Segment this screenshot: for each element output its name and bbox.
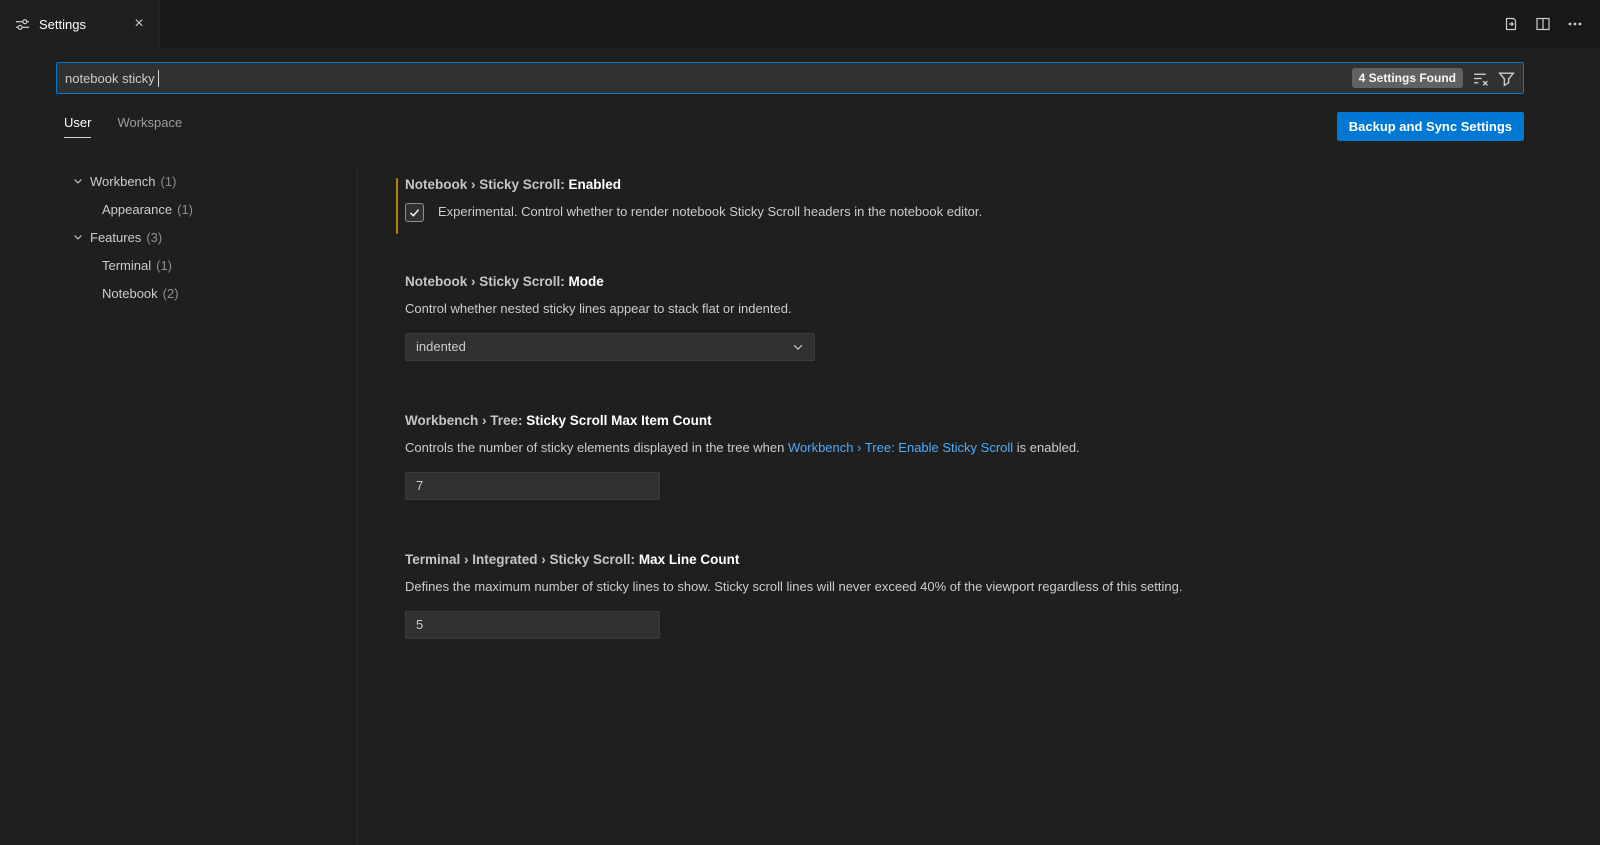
setting-category: Notebook › Sticky Scroll: <box>405 274 569 289</box>
text-cursor <box>158 70 160 87</box>
modified-indicator <box>396 178 398 234</box>
scope-row: User Workspace Backup and Sync Settings <box>64 112 1524 141</box>
setting-name: Sticky Scroll Max Item Count <box>526 413 711 428</box>
toc-item-features[interactable]: Features (3) <box>0 223 357 251</box>
setting-description: Controls the number of sticky elements d… <box>405 439 1600 458</box>
toc-label: Features <box>90 230 141 245</box>
toc-count: (2) <box>163 286 179 301</box>
setting-description: Experimental. Control whether to render … <box>438 203 982 222</box>
chevron-down-icon[interactable] <box>70 173 86 189</box>
setting-bool-row: Experimental. Control whether to render … <box>405 203 1600 222</box>
results-count-badge: 4 Settings Found <box>1352 68 1463 88</box>
setting-name: Max Line Count <box>639 552 740 567</box>
toc-label: Notebook <box>102 286 158 301</box>
chevron-down-icon <box>791 340 805 354</box>
related-setting-link[interactable]: Workbench › Tree: Enable Sticky Scroll <box>788 440 1013 455</box>
max-line-count-input[interactable] <box>405 611 660 639</box>
more-actions-icon[interactable] <box>1566 15 1584 33</box>
search-row: notebook sticky 4 Settings Found <box>0 48 1600 94</box>
chevron-down-icon[interactable] <box>70 229 86 245</box>
settings-sliders-icon <box>15 17 30 32</box>
backup-sync-settings-button[interactable]: Backup and Sync Settings <box>1337 112 1524 141</box>
toc-item-notebook[interactable]: Notebook (2) <box>0 279 357 307</box>
checkbox-check-icon <box>408 206 421 219</box>
search-query-text: notebook sticky <box>65 71 155 86</box>
tab-user[interactable]: User <box>64 115 91 138</box>
mode-dropdown[interactable]: indented <box>405 333 815 361</box>
settings-content: Workbench (1) Appearance (1) Features (3… <box>0 165 1600 845</box>
toc-count: (3) <box>146 230 162 245</box>
search-controls: 4 Settings Found <box>1352 68 1515 88</box>
filter-icon[interactable] <box>1498 70 1515 87</box>
split-editor-icon[interactable] <box>1534 15 1552 33</box>
toc-item-workbench[interactable]: Workbench (1) <box>0 167 357 195</box>
toc-count: (1) <box>156 258 172 273</box>
settings-toc: Workbench (1) Appearance (1) Features (3… <box>0 165 358 845</box>
setting-notebook-sticky-scroll-enabled: Notebook › Sticky Scroll: Enabled Experi… <box>405 177 1600 222</box>
checkbox-checked[interactable] <box>405 203 424 222</box>
tab-workspace[interactable]: Workspace <box>117 115 182 138</box>
settings-list: Notebook › Sticky Scroll: Enabled Experi… <box>358 165 1600 845</box>
toc-label: Appearance <box>102 202 172 217</box>
toc-count: (1) <box>161 174 177 189</box>
toc-item-appearance[interactable]: Appearance (1) <box>0 195 357 223</box>
setting-name: Mode <box>569 274 604 289</box>
settings-search-input[interactable]: notebook sticky 4 Settings Found <box>56 62 1524 94</box>
setting-title: Workbench › Tree: Sticky Scroll Max Item… <box>405 413 1600 428</box>
close-icon[interactable]: × <box>129 14 149 34</box>
settings-editor-window: Settings × <box>0 0 1600 845</box>
open-settings-json-icon[interactable] <box>1502 15 1520 33</box>
setting-description: Defines the maximum number of sticky lin… <box>405 578 1600 597</box>
tab-title: Settings <box>39 17 120 32</box>
max-item-count-input[interactable] <box>405 472 660 500</box>
editor-tab-bar: Settings × <box>0 0 1600 48</box>
toc-item-terminal[interactable]: Terminal (1) <box>0 251 357 279</box>
setting-title: Notebook › Sticky Scroll: Enabled <box>405 177 1600 192</box>
setting-title: Notebook › Sticky Scroll: Mode <box>405 274 1600 289</box>
setting-terminal-sticky-scroll-max-line-count: Terminal › Integrated › Sticky Scroll: M… <box>405 552 1600 639</box>
setting-notebook-sticky-scroll-mode: Notebook › Sticky Scroll: Mode Control w… <box>405 274 1600 361</box>
toc-label: Workbench <box>90 174 156 189</box>
setting-description: Control whether nested sticky lines appe… <box>405 300 1600 319</box>
setting-tree-sticky-scroll-max-item-count: Workbench › Tree: Sticky Scroll Max Item… <box>405 413 1600 500</box>
setting-category: Terminal › Integrated › Sticky Scroll: <box>405 552 639 567</box>
description-text: is enabled. <box>1013 440 1080 455</box>
tab-settings[interactable]: Settings × <box>0 0 160 48</box>
description-text: Controls the number of sticky elements d… <box>405 440 788 455</box>
setting-name: Enabled <box>569 177 622 192</box>
setting-category: Workbench › Tree: <box>405 413 526 428</box>
clear-search-results-icon[interactable] <box>1472 70 1489 87</box>
dropdown-selected-value: indented <box>416 339 466 354</box>
setting-title: Terminal › Integrated › Sticky Scroll: M… <box>405 552 1600 567</box>
toc-count: (1) <box>177 202 193 217</box>
editor-actions <box>1502 0 1600 48</box>
setting-category: Notebook › Sticky Scroll: <box>405 177 569 192</box>
toc-label: Terminal <box>102 258 151 273</box>
